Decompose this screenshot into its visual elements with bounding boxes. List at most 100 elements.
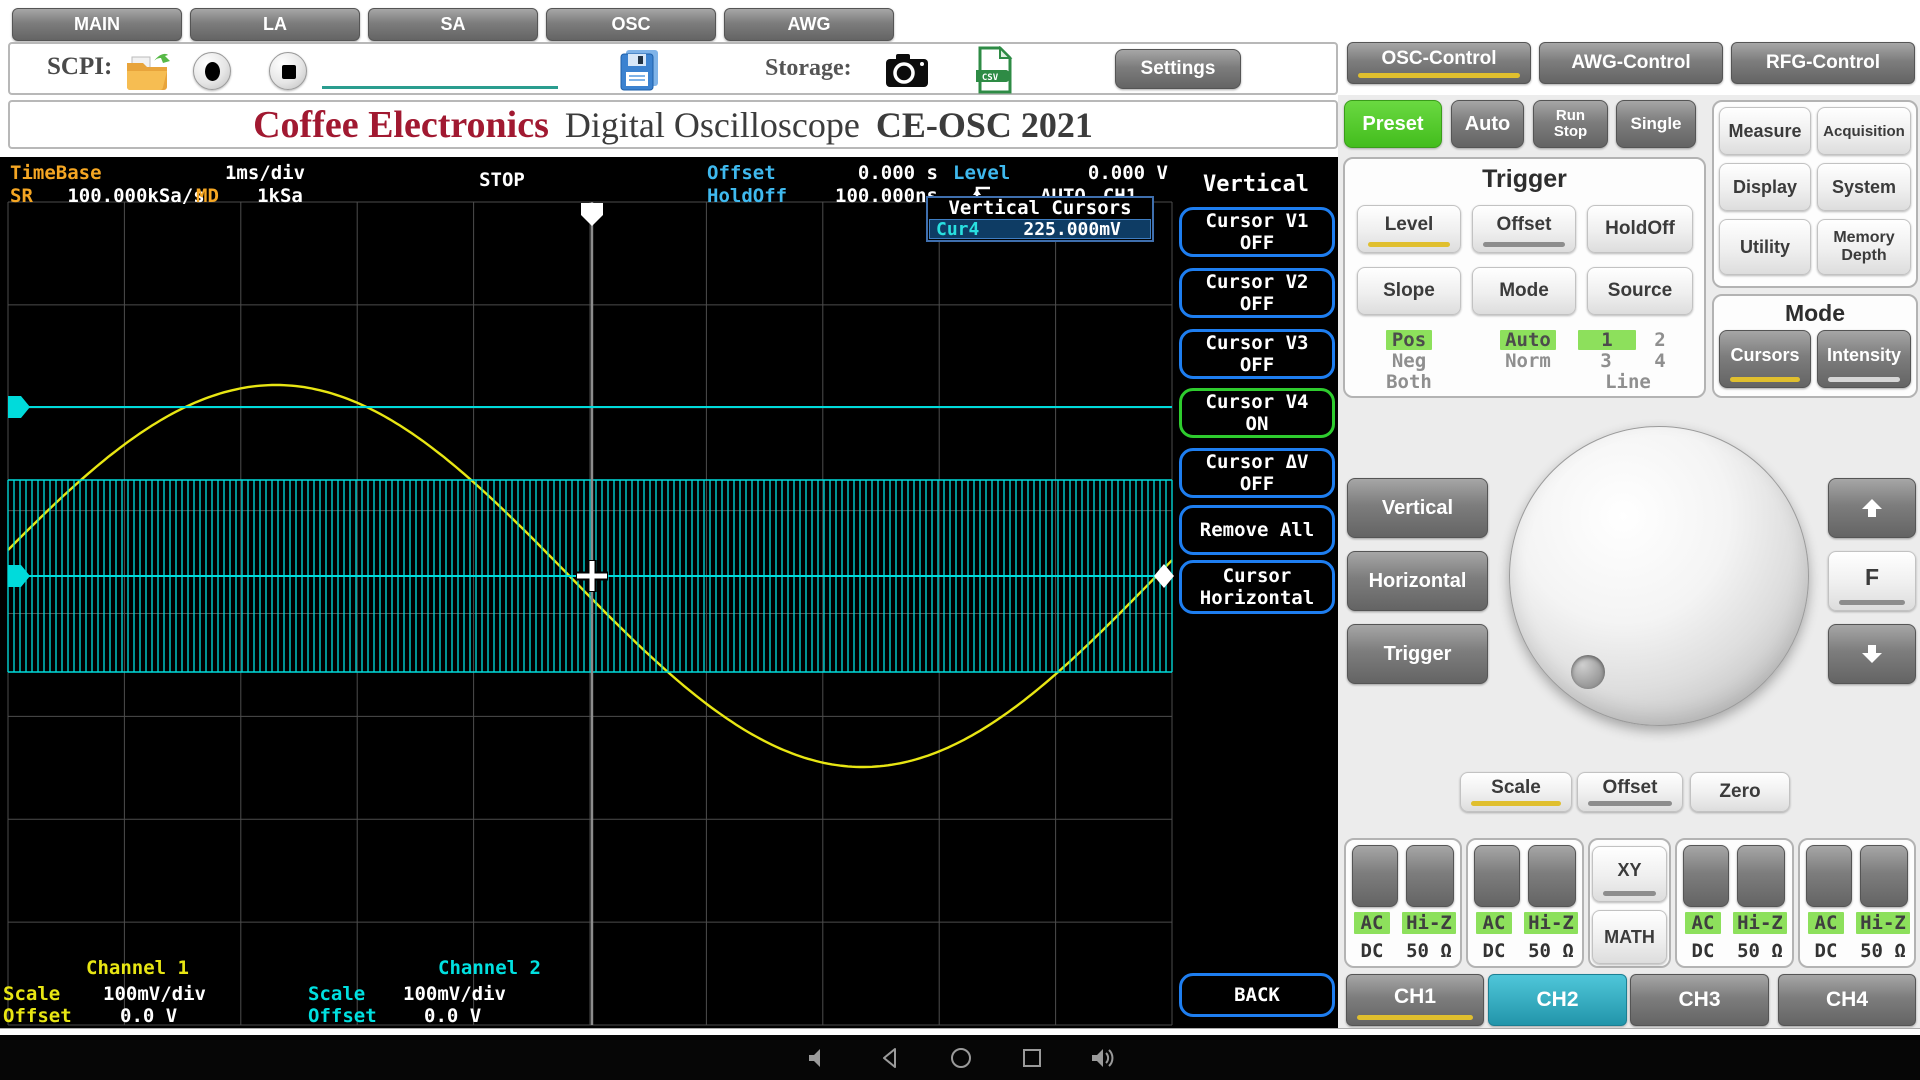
zero-adjust-label: Zero: [1719, 781, 1761, 802]
math-button[interactable]: MATH: [1592, 910, 1667, 964]
scpi-command-input[interactable]: [322, 86, 558, 89]
increment-down-button[interactable]: [1828, 624, 1916, 684]
ch1-hiz-label: Hi-Z: [1402, 912, 1456, 934]
source-option-1[interactable]: 1: [1578, 330, 1636, 350]
home-icon[interactable]: [946, 1043, 976, 1073]
slope-option-pos[interactable]: Pos: [1386, 330, 1432, 350]
tab-osc[interactable]: OSC: [546, 8, 716, 41]
trigger-holdoff-button[interactable]: HoldOff: [1587, 205, 1693, 253]
cursor-v1-button[interactable]: Cursor V1 OFF: [1179, 207, 1335, 257]
screenshot-camera-icon[interactable]: [884, 52, 930, 90]
ch1-coupling-button[interactable]: [1352, 845, 1398, 907]
source-option-line[interactable]: Line: [1596, 372, 1660, 392]
record-button[interactable]: [193, 52, 231, 90]
preset-button[interactable]: Preset: [1344, 100, 1442, 148]
settings-button[interactable]: Settings: [1115, 49, 1241, 89]
measure-label: Measure: [1728, 120, 1802, 141]
volume-up-icon[interactable]: [1088, 1043, 1118, 1073]
trigger-offset-button[interactable]: Offset: [1472, 205, 1576, 253]
ch2-coupling-button[interactable]: [1474, 845, 1520, 907]
trigger-mode-button[interactable]: Mode: [1472, 267, 1576, 315]
tab-osc-label: OSC: [611, 14, 651, 34]
volume-down-icon[interactable]: [803, 1043, 833, 1073]
increment-up-button[interactable]: [1828, 478, 1916, 538]
trigger-nav-button[interactable]: Trigger: [1347, 624, 1488, 684]
channel-tab-ch3[interactable]: CH3: [1630, 974, 1769, 1026]
offset-adjust-button[interactable]: Offset: [1577, 772, 1683, 812]
cursor-v4-button[interactable]: Cursor V4 ON: [1179, 388, 1335, 438]
cursor-v1-label: Cursor V1: [1205, 210, 1309, 232]
system-button[interactable]: System: [1817, 163, 1911, 211]
tab-sa-label: SA: [440, 14, 466, 34]
zero-adjust-button[interactable]: Zero: [1690, 772, 1790, 812]
ch4-impedance-button[interactable]: [1860, 845, 1908, 907]
ch2-impedance-button[interactable]: [1528, 845, 1576, 907]
channel-tab-ch1[interactable]: CH1: [1346, 974, 1484, 1026]
channel1-scale-label: Scale: [3, 983, 61, 1005]
cursor-horizontal-button[interactable]: Cursor Horizontal: [1179, 560, 1335, 614]
cursor-v3-button[interactable]: Cursor V3 OFF: [1179, 329, 1335, 379]
acquisition-button[interactable]: Acquisition: [1817, 107, 1911, 155]
ch1-impedance-button[interactable]: [1406, 845, 1454, 907]
cursor-popup-row[interactable]: Cur4 225.000mV: [929, 219, 1151, 240]
memory-depth-button[interactable]: Memory Depth: [1817, 219, 1911, 275]
trigger-level-button[interactable]: Level: [1357, 205, 1461, 253]
run-state: STOP: [479, 169, 525, 191]
tab-awg-control[interactable]: AWG-Control: [1539, 42, 1723, 84]
cursors-mode-button[interactable]: Cursors: [1719, 330, 1811, 388]
auto-button[interactable]: Auto: [1451, 100, 1524, 148]
channel-tab-ch4[interactable]: CH4: [1778, 974, 1916, 1026]
tab-sa[interactable]: SA: [368, 8, 538, 41]
ch3-impedance-button[interactable]: [1737, 845, 1785, 907]
recents-icon[interactable]: [1017, 1043, 1047, 1073]
xy-button[interactable]: XY: [1592, 846, 1667, 902]
tab-osc-control[interactable]: OSC-Control: [1347, 42, 1531, 84]
cursor-dv-state: OFF: [1239, 473, 1275, 495]
horizontal-nav-button[interactable]: Horizontal: [1347, 551, 1488, 611]
trigger-holdoff-label: HoldOff: [1605, 218, 1675, 239]
fine-button[interactable]: F: [1828, 551, 1916, 611]
slope-option-both[interactable]: Both: [1380, 372, 1438, 392]
source-option-4[interactable]: 4: [1648, 351, 1672, 371]
mode-option-auto[interactable]: Auto: [1500, 330, 1556, 350]
trigger-source-button[interactable]: Source: [1587, 267, 1693, 315]
tab-main[interactable]: MAIN: [12, 8, 182, 41]
tab-la[interactable]: LA: [190, 8, 360, 41]
display-button[interactable]: Display: [1719, 163, 1811, 211]
measure-button[interactable]: Measure: [1719, 107, 1811, 155]
cursor-dv-label: Cursor ΔV: [1205, 451, 1309, 473]
brand-title: Coffee Electronics: [253, 103, 549, 146]
cursor-dv-button[interactable]: Cursor ΔV OFF: [1179, 448, 1335, 498]
rotary-knob[interactable]: [1509, 426, 1809, 726]
intensity-mode-button[interactable]: Intensity: [1817, 330, 1911, 388]
trigger-slope-button[interactable]: Slope: [1357, 267, 1461, 315]
mode-option-norm[interactable]: Norm: [1500, 351, 1556, 371]
cursor-v3-state: OFF: [1239, 354, 1275, 376]
open-file-icon[interactable]: [124, 49, 174, 91]
ch3-hiz-label: Hi-Z: [1733, 912, 1787, 934]
back-button[interactable]: BACK: [1179, 973, 1335, 1017]
single-button[interactable]: Single: [1616, 100, 1696, 148]
stop-icon: [282, 65, 296, 79]
slope-option-neg[interactable]: Neg: [1386, 351, 1432, 371]
cursor-v2-button[interactable]: Cursor V2 OFF: [1179, 268, 1335, 318]
source-option-3[interactable]: 3: [1594, 351, 1618, 371]
channel-tab-ch2[interactable]: CH2: [1488, 974, 1627, 1026]
down-arrow-icon: [1862, 645, 1882, 663]
stop-record-button[interactable]: [269, 52, 307, 90]
ch4-coupling-button[interactable]: [1806, 845, 1852, 907]
scope-display[interactable]: [0, 157, 1338, 1028]
utility-button[interactable]: Utility: [1719, 219, 1811, 275]
vertical-nav-button[interactable]: Vertical: [1347, 478, 1488, 538]
run-stop-button[interactable]: Run Stop: [1533, 100, 1608, 148]
ch3-coupling-button[interactable]: [1683, 845, 1729, 907]
tab-awg[interactable]: AWG: [724, 8, 894, 41]
tab-rfg-control[interactable]: RFG-Control: [1731, 42, 1915, 84]
trigger-nav-label: Trigger: [1383, 642, 1452, 665]
scale-adjust-button[interactable]: Scale: [1460, 772, 1572, 812]
save-icon[interactable]: [618, 48, 660, 92]
export-csv-icon[interactable]: CSV: [974, 46, 1014, 94]
source-option-2[interactable]: 2: [1648, 330, 1672, 350]
remove-all-button[interactable]: Remove All: [1179, 505, 1335, 555]
back-icon[interactable]: [875, 1043, 905, 1073]
